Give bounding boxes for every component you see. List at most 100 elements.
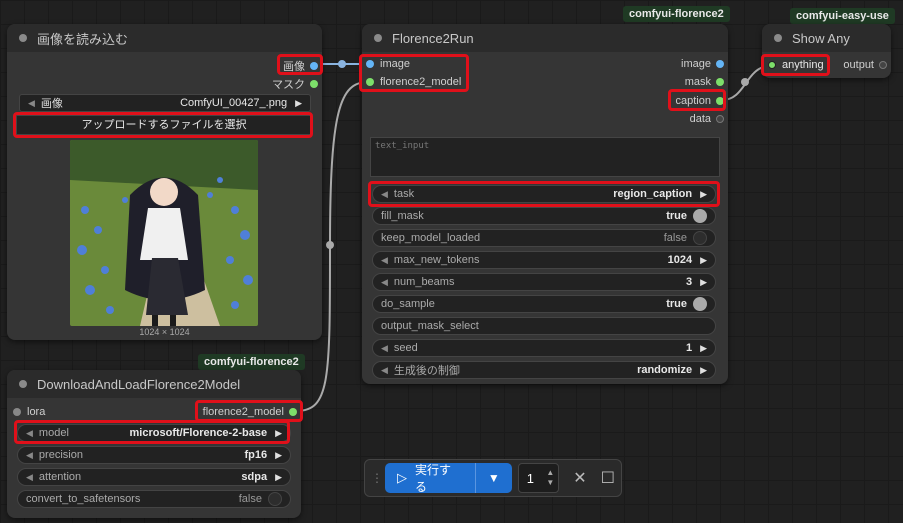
slot-label: anything: [782, 59, 824, 71]
slot-dot[interactable]: [310, 62, 318, 70]
input-slot-florence2-model[interactable]: florence2_model: [366, 76, 461, 88]
show-any-node[interactable]: Show Any anything output: [762, 24, 891, 78]
slot-dot[interactable]: [768, 61, 776, 69]
stepper-arrows[interactable]: ▲ ▼: [546, 468, 554, 488]
node-badge: comfyui-easy-use: [790, 8, 895, 24]
load-image-node[interactable]: 画像を読み込む 画像 マスク ◀ 画像 ComfyUI_00427_.png ▶…: [7, 24, 322, 340]
task-combo[interactable]: ◀ task region_caption ▶: [372, 185, 716, 203]
output-slot-mask[interactable]: マスク: [272, 76, 318, 92]
slot-dot[interactable]: [366, 78, 374, 86]
download-load-florence2-model-node[interactable]: DownloadAndLoadFlorence2Model lora flore…: [7, 370, 301, 518]
chevron-down-icon[interactable]: ▼: [474, 463, 512, 493]
node-collapse-dot[interactable]: [374, 34, 382, 42]
widget-label: seed: [393, 342, 418, 354]
node-collapse-dot[interactable]: [19, 380, 27, 388]
precision-combo[interactable]: ◀ precision fp16 ▶: [17, 446, 291, 464]
output-slot-data[interactable]: data: [690, 113, 724, 125]
output-slot-image[interactable]: 画像: [283, 58, 318, 74]
upload-file-button[interactable]: アップロードするファイルを選択: [16, 115, 312, 135]
run-button-label: 実行する: [415, 463, 452, 494]
node-graph-canvas[interactable]: 画像を読み込む 画像 マスク ◀ 画像 ComfyUI_00427_.png ▶…: [0, 0, 903, 523]
slot-dot[interactable]: [13, 408, 21, 416]
widget-value: region_caption: [613, 188, 693, 200]
node-title-bar[interactable]: DownloadAndLoadFlorence2Model: [7, 370, 301, 398]
output-slot-mask[interactable]: mask: [685, 76, 724, 88]
left-arrow-icon[interactable]: ◀: [26, 428, 33, 439]
run-button[interactable]: ▷ 実行する ▼: [385, 463, 512, 494]
text-input-area[interactable]: text_input: [370, 137, 720, 177]
right-arrow-icon[interactable]: ▶: [700, 365, 707, 376]
right-arrow-icon[interactable]: ▶: [295, 98, 302, 109]
right-arrow-icon[interactable]: ▶: [275, 472, 282, 483]
input-slot-lora[interactable]: lora: [13, 406, 45, 418]
left-arrow-icon[interactable]: ◀: [381, 277, 388, 288]
slot-label: mask: [684, 76, 711, 88]
input-slot-anything[interactable]: anything: [768, 59, 824, 71]
widget-label: num_beams: [393, 276, 455, 288]
slot-dot[interactable]: [879, 61, 887, 69]
output-slot-image[interactable]: image: [681, 58, 724, 70]
seed-number[interactable]: ◀ seed 1 ▶: [372, 339, 716, 357]
convert-to-safetensors-toggle[interactable]: convert_to_safetensors false: [17, 490, 291, 508]
right-arrow-icon[interactable]: ▶: [700, 255, 707, 266]
node-title: DownloadAndLoadFlorence2Model: [37, 376, 241, 392]
left-arrow-icon[interactable]: ◀: [26, 472, 33, 483]
node-collapse-dot[interactable]: [774, 34, 782, 42]
widget-value: 1024: [667, 254, 693, 266]
image-select-combo[interactable]: ◀ 画像 ComfyUI_00427_.png ▶: [19, 94, 311, 112]
input-slot-image[interactable]: image: [366, 58, 410, 70]
slot-dot[interactable]: [289, 408, 297, 416]
widget-value: sdpa: [241, 471, 268, 483]
attention-combo[interactable]: ◀ attention sdpa ▶: [17, 468, 291, 486]
node-title-bar[interactable]: Show Any: [762, 24, 891, 52]
output-slot-output[interactable]: output: [843, 59, 887, 71]
slot-dot[interactable]: [716, 60, 724, 68]
toggle-knob[interactable]: [693, 209, 707, 223]
node-collapse-dot[interactable]: [19, 34, 27, 42]
slot-dot[interactable]: [366, 60, 374, 68]
queue-count-stepper[interactable]: 1 ▲ ▼: [517, 463, 560, 493]
control-after-generate-combo[interactable]: ◀ 生成後の制御 randomize ▶: [372, 361, 716, 379]
left-arrow-icon[interactable]: ◀: [26, 450, 33, 461]
drag-handle-icon[interactable]: ⋮⋮: [371, 471, 393, 485]
toggle-knob[interactable]: [268, 492, 282, 506]
left-arrow-icon[interactable]: ◀: [381, 343, 388, 354]
slot-dot[interactable]: [716, 115, 724, 123]
right-arrow-icon[interactable]: ▶: [700, 343, 707, 354]
widget-value: true: [666, 298, 687, 310]
output-mask-select-field[interactable]: output_mask_select: [372, 317, 716, 335]
max-new-tokens-number[interactable]: ◀ max_new_tokens 1024 ▶: [372, 251, 716, 269]
florence2-run-node[interactable]: Florence2Run image florence2_model image…: [362, 24, 728, 384]
model-combo[interactable]: ◀ model microsoft/Florence-2-base ▶: [17, 424, 291, 442]
toggle-knob[interactable]: [693, 297, 707, 311]
fill-mask-toggle[interactable]: fill_mask true: [372, 207, 716, 225]
node-title-bar[interactable]: Florence2Run: [362, 24, 728, 52]
right-arrow-icon[interactable]: ▶: [275, 450, 282, 461]
slot-dot[interactable]: [310, 80, 318, 88]
play-icon: ▷: [397, 470, 407, 485]
chevron-up-icon[interactable]: ▲: [546, 468, 554, 478]
right-arrow-icon[interactable]: ▶: [700, 189, 707, 200]
left-arrow-icon[interactable]: ◀: [381, 365, 388, 376]
close-icon[interactable]: ✕: [573, 468, 586, 488]
left-arrow-icon[interactable]: ◀: [381, 189, 388, 200]
widget-label: convert_to_safetensors: [26, 493, 141, 505]
left-arrow-icon[interactable]: ◀: [28, 98, 35, 109]
chevron-down-icon[interactable]: ▼: [546, 478, 554, 488]
node-title-bar[interactable]: 画像を読み込む: [7, 24, 322, 52]
num-beams-number[interactable]: ◀ num_beams 3 ▶: [372, 273, 716, 291]
output-slot-florence2-model[interactable]: florence2_model: [203, 406, 297, 418]
slot-dot[interactable]: [716, 97, 724, 105]
slot-label: image: [681, 58, 711, 70]
right-arrow-icon[interactable]: ▶: [700, 277, 707, 288]
slot-dot[interactable]: [716, 78, 724, 86]
do-sample-toggle[interactable]: do_sample true: [372, 295, 716, 313]
slot-label: florence2_model: [380, 76, 462, 88]
stop-square-icon[interactable]: ☐: [601, 468, 615, 488]
output-slot-caption[interactable]: caption: [676, 95, 724, 107]
right-arrow-icon[interactable]: ▶: [275, 428, 282, 439]
left-arrow-icon[interactable]: ◀: [381, 255, 388, 266]
slot-label: マスク: [272, 79, 305, 91]
toggle-knob[interactable]: [693, 231, 707, 245]
keep-model-loaded-toggle[interactable]: keep_model_loaded false: [372, 229, 716, 247]
